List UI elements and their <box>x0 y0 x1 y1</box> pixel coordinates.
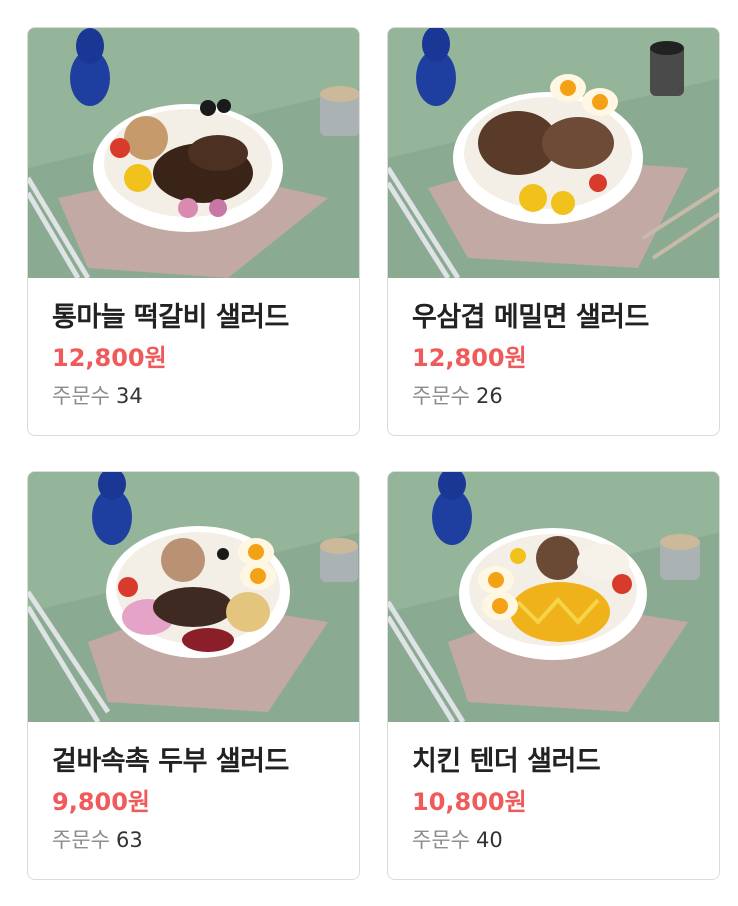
order-count-value: 63 <box>115 828 143 852</box>
order-count-value: 34 <box>115 384 143 408</box>
product-image[interactable] <box>28 472 359 722</box>
product-price: 9,800원 <box>52 788 150 816</box>
product-grid: 통마늘 떡갈비 샐러드 12,800원 주문수 34 우삼겹 메밀면 샐러드 1… <box>0 0 738 906</box>
product-card[interactable]: 우삼겹 메밀면 샐러드 12,800원 주문수 26 <box>387 27 720 436</box>
product-info: 통마늘 떡갈비 샐러드 12,800원 주문수 34 <box>28 278 359 410</box>
order-count-value: 40 <box>475 828 503 852</box>
product-info: 우삼겹 메밀면 샐러드 12,800원 주문수 26 <box>388 278 719 410</box>
product-price: 12,800원 <box>52 344 167 372</box>
product-name[interactable]: 겉바속촉 두부 샐러드 <box>52 744 359 780</box>
product-card[interactable]: 겉바속촉 두부 샐러드 9,800원 주문수 63 <box>27 471 360 880</box>
order-count-label: 주문수 <box>52 384 110 408</box>
product-card[interactable]: 치킨 텐더 샐러드 10,800원 주문수 40 <box>387 471 720 880</box>
product-image[interactable] <box>388 28 719 278</box>
product-image[interactable] <box>388 472 719 722</box>
product-image[interactable] <box>28 28 359 278</box>
product-info: 치킨 텐더 샐러드 10,800원 주문수 40 <box>388 722 719 854</box>
product-name[interactable]: 통마늘 떡갈비 샐러드 <box>52 300 359 336</box>
product-card[interactable]: 통마늘 떡갈비 샐러드 12,800원 주문수 34 <box>27 27 360 436</box>
product-info: 겉바속촉 두부 샐러드 9,800원 주문수 63 <box>28 722 359 854</box>
product-name[interactable]: 치킨 텐더 샐러드 <box>412 744 719 780</box>
order-count-label: 주문수 <box>412 384 470 408</box>
order-count: 주문수 26 <box>412 382 719 410</box>
order-count: 주문수 63 <box>52 826 359 854</box>
order-count-label: 주문수 <box>412 828 470 852</box>
order-count-label: 주문수 <box>52 828 110 852</box>
product-price: 12,800원 <box>412 344 527 372</box>
product-price: 10,800원 <box>412 788 527 816</box>
product-name[interactable]: 우삼겹 메밀면 샐러드 <box>412 300 719 336</box>
order-count-value: 26 <box>475 384 503 408</box>
order-count: 주문수 34 <box>52 382 359 410</box>
order-count: 주문수 40 <box>412 826 719 854</box>
